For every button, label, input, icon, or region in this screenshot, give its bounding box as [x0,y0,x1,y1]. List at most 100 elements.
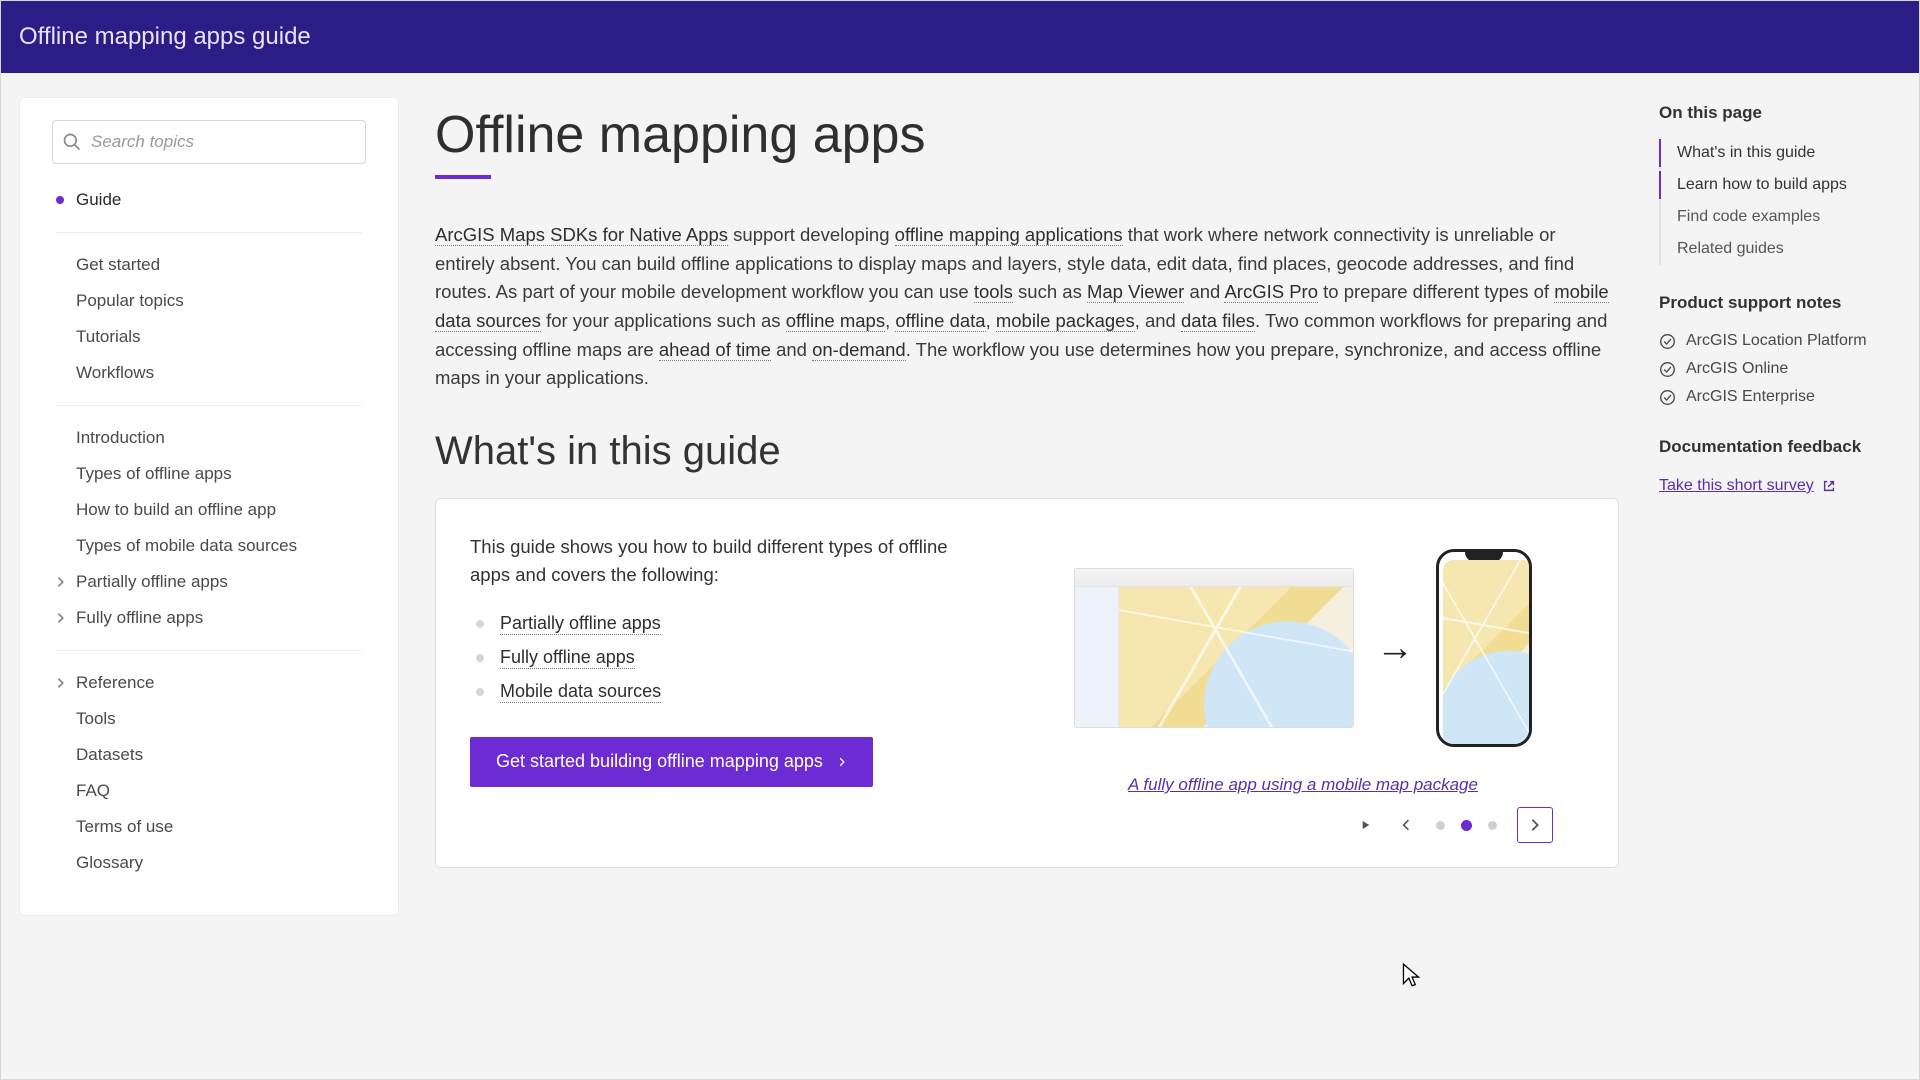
sidebar-item[interactable]: Datasets [32,737,386,773]
inline-link[interactable]: offline mapping applications [895,224,1123,246]
chevron-right-icon [837,757,847,767]
inline-link[interactable]: tools [974,281,1013,303]
card-lead: This guide shows you how to build differ… [470,533,990,589]
toc-item[interactable]: Find code examples [1661,201,1897,233]
chevron-right-icon [54,611,68,625]
app-header: Offline mapping apps guide [1,1,1919,73]
carousel-play-button[interactable] [1356,815,1376,835]
chevron-right-icon [54,575,68,589]
sidebar-item[interactable]: Tools [32,701,386,737]
sidebar-item-label: Partially offline apps [76,572,228,592]
toc-item[interactable]: Related guides [1661,233,1897,265]
chevron-right-icon [1529,818,1541,832]
sidebar-item[interactable]: Fully offline apps [32,600,386,636]
sidebar-item-label: Get started [76,255,160,275]
bullet-icon [476,688,484,696]
inline-link[interactable]: offline maps [786,310,885,332]
illustration-caption: A fully offline app using a mobile map p… [1128,775,1478,795]
sidebar-item[interactable]: Workflows [32,355,386,391]
cta-label: Get started building offline mapping app… [496,751,823,772]
feedback-title: Documentation feedback [1659,437,1897,457]
sidebar-item-label: Workflows [76,363,154,383]
inline-link[interactable]: ahead of time [659,339,771,361]
support-label: ArcGIS Location Platform [1686,332,1867,350]
chevron-left-icon [1402,818,1410,832]
sidebar-item-label: Terms of use [76,817,173,837]
cursor-icon [1400,962,1422,990]
feedback-link[interactable]: Take this short survey [1659,477,1836,495]
sidebar: Guide Get started Popular topics Tutorials W… [19,97,399,916]
title-underline [435,175,491,179]
right-rail: On this page What's in this guideLearn h… [1659,97,1919,916]
list-item-link[interactable]: Mobile data sources [500,681,661,703]
sidebar-item[interactable]: Glossary [32,845,386,881]
illustration: → [1074,549,1532,747]
sidebar-item-label: Guide [76,190,121,210]
sidebar-item[interactable]: Types of mobile data sources [32,528,386,564]
support-item: ArcGIS Enterprise [1659,383,1897,411]
inline-link[interactable]: offline data [895,310,985,332]
nav-divider [56,232,362,233]
toc-item[interactable]: Learn how to build apps [1661,169,1897,201]
main-content: Offline mapping apps ArcGIS Maps SDKs fo… [399,97,1659,916]
sidebar-item[interactable]: Popular topics [32,283,386,319]
sidebar-item[interactable]: Guide [32,182,386,218]
list-item-link[interactable]: Fully offline apps [500,647,635,669]
inline-link[interactable]: on-demand [812,339,906,361]
carousel-next-button[interactable] [1517,807,1553,843]
support-title: Product support notes [1659,293,1897,313]
support-item: ArcGIS Location Platform [1659,327,1897,355]
carousel-dot[interactable] [1488,821,1497,830]
carousel-dot[interactable] [1461,820,1472,831]
sidebar-item[interactable]: How to build an offline app [32,492,386,528]
sidebar-item[interactable]: Tutorials [32,319,386,355]
support-label: ArcGIS Online [1686,360,1788,378]
sidebar-item-label: Introduction [76,428,165,448]
bullet-icon [476,620,484,628]
search-icon [62,132,82,152]
sidebar-item[interactable]: FAQ [32,773,386,809]
sidebar-item[interactable]: Get started [32,247,386,283]
bullet-icon [476,654,484,662]
sidebar-item-label: Glossary [76,853,143,873]
intro-paragraph: ArcGIS Maps SDKs for Native Apps support… [435,221,1619,393]
support-label: ArcGIS Enterprise [1686,388,1815,406]
sidebar-item-label: How to build an offline app [76,500,276,520]
inline-link[interactable]: mobile packages [996,310,1135,332]
list-item-link[interactable]: Partially offline apps [500,613,661,635]
toc-title: On this page [1659,103,1897,123]
sidebar-item-label: Popular topics [76,291,184,311]
support-item: ArcGIS Online [1659,355,1897,383]
section-heading: What's in this guide [435,429,1619,474]
nav-divider [56,650,362,651]
get-started-button[interactable]: Get started building offline mapping app… [470,737,873,787]
play-icon [1362,818,1370,832]
carousel-dot[interactable] [1436,821,1445,830]
feedback-link-label: Take this short survey [1659,477,1814,495]
desktop-map-thumbnail [1074,568,1354,728]
sidebar-item[interactable]: Partially offline apps [32,564,386,600]
carousel-prev-button[interactable] [1396,815,1416,835]
search-input[interactable] [52,120,366,164]
inline-link[interactable]: ArcGIS Maps SDKs for Native Apps [435,224,728,246]
guide-card: This guide shows you how to build differ… [435,498,1619,868]
list-item: Mobile data sources [470,675,990,709]
nav-divider [56,405,362,406]
sidebar-item[interactable]: Reference [32,665,386,701]
sidebar-item-label: Tutorials [76,327,141,347]
sidebar-item-label: Types of mobile data sources [76,536,297,556]
toc-item[interactable]: What's in this guide [1661,137,1897,169]
app-title: Offline mapping apps guide [19,23,311,51]
caption-link[interactable]: A fully offline app using a mobile map p… [1128,775,1478,794]
inline-link[interactable]: ArcGIS Pro [1224,281,1318,303]
sidebar-item-label: Datasets [76,745,143,765]
inline-link[interactable]: Map Viewer [1087,281,1184,303]
chevron-right-icon [54,676,68,690]
sidebar-item[interactable]: Introduction [32,420,386,456]
sidebar-item[interactable]: Types of offline apps [32,456,386,492]
inline-link[interactable]: data files [1181,310,1255,332]
sidebar-item-label: Types of offline apps [76,464,232,484]
sidebar-item[interactable]: Terms of use [32,809,386,845]
check-circle-icon [1659,389,1676,406]
sidebar-item-label: Fully offline apps [76,608,203,628]
